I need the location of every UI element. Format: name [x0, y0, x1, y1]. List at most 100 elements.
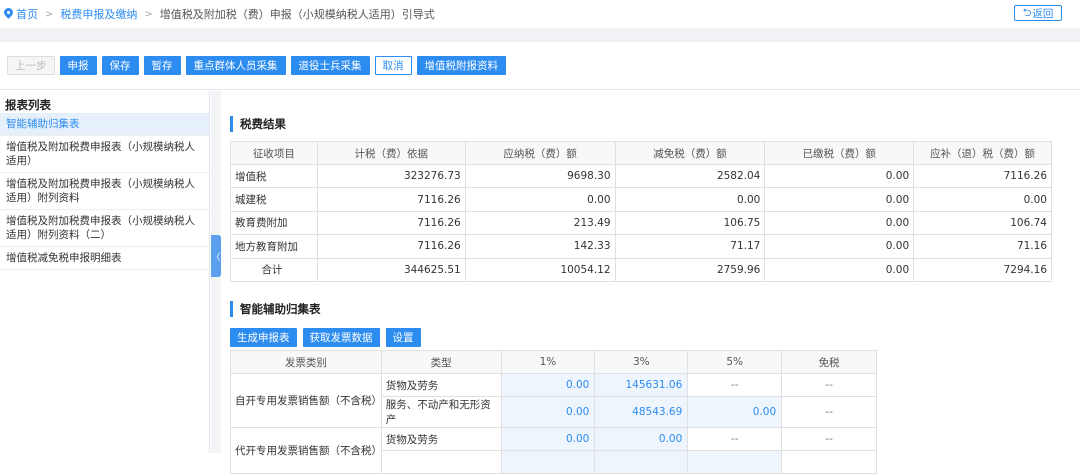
- table-cell: 0.00: [764, 187, 915, 212]
- back-arrow-icon: ⮌: [1022, 5, 1032, 19]
- rate-1-input[interactable]: [500, 450, 596, 474]
- rate-3-input[interactable]: [594, 450, 689, 474]
- aggregation-table: 发票类别 类型 1% 3% 5% 免税 自开专用发票销售额（不含税） 货物及劳务…: [230, 350, 877, 474]
- sidebar-item-vat-return[interactable]: 增值税及附加税费申报表（小规模纳税人适用）: [0, 136, 209, 173]
- invoice-category-cell: 代开专用发票销售额（不含税）: [230, 427, 382, 474]
- breadcrumb-home[interactable]: 首页: [16, 6, 38, 22]
- table-cell: 7116.26: [316, 187, 466, 212]
- collapse-sidebar-icon[interactable]: 〈: [211, 235, 221, 277]
- rate-5-cell: --: [687, 373, 783, 397]
- table-cell: 71.17: [614, 234, 766, 259]
- back-button[interactable]: ⮌ 返回: [1014, 5, 1062, 21]
- table-cell: 增值税: [230, 163, 318, 189]
- sidebar-item-vat-reduction[interactable]: 增值税减免税申报明细表: [0, 247, 209, 270]
- sidebar-item-vat-attachment[interactable]: 增值税及附加税费申报表（小规模纳税人适用）附列资料: [0, 173, 209, 210]
- report-list-sidebar: 报表列表 智能辅助归集表 增值税及附加税费申报表（小规模纳税人适用） 增值税及附…: [0, 91, 210, 453]
- location-pin-icon: [4, 8, 13, 20]
- rate-1-input[interactable]: 0.00: [500, 373, 596, 397]
- invoice-type-cell: 货物及劳务: [380, 427, 502, 451]
- cancel-button[interactable]: 取消: [374, 56, 412, 75]
- key-group-collect-button[interactable]: 重点群体人员采集: [185, 56, 286, 75]
- invoice-category-cell: 自开专用发票销售额（不含税）: [230, 373, 382, 428]
- column-header: 发票类别: [230, 350, 382, 374]
- report-list-title: 报表列表: [5, 98, 51, 112]
- table-cell: 7116.26: [913, 163, 1052, 189]
- column-header: 类型: [380, 350, 502, 374]
- table-cell: 地方教育附加: [230, 234, 318, 259]
- table-cell: 城建税: [230, 187, 318, 212]
- tax-free-cell: --: [781, 373, 877, 397]
- rate-1-input[interactable]: 0.00: [500, 427, 596, 451]
- generate-return-button[interactable]: 生成申报表: [230, 328, 297, 347]
- invoice-type-cell-cut-off: [380, 450, 502, 474]
- prev-step-button[interactable]: 上一步: [7, 56, 55, 75]
- table-cell: 71.16: [913, 234, 1052, 259]
- table-cell: 2759.96: [614, 257, 766, 282]
- table-cell: 9698.30: [464, 163, 616, 189]
- sidebar-item-smart-aggregation[interactable]: 智能辅助归集表: [0, 113, 209, 136]
- table-cell: 0.00: [764, 257, 915, 282]
- tax-result-title: 税费结果: [230, 116, 286, 132]
- rate-3-input[interactable]: 0.00: [594, 427, 689, 451]
- tax-free-cell: --: [781, 427, 877, 451]
- rate-5-input[interactable]: 0.00: [687, 396, 783, 428]
- table-row: 城建税 7116.26 0.00 0.00 0.00 0.00: [230, 187, 1052, 212]
- settings-button[interactable]: 设置: [385, 328, 421, 347]
- table-header-row: 发票类别 类型 1% 3% 5% 免税: [230, 350, 877, 374]
- invoice-type-cell: 货物及劳务: [380, 373, 502, 397]
- table-cell: 106.74: [913, 210, 1052, 236]
- table-cell: 0.00: [614, 187, 766, 212]
- table-cell: 0.00: [764, 210, 915, 236]
- veteran-collect-button[interactable]: 退役士兵采集: [290, 56, 370, 75]
- table-cell: 0.00: [913, 187, 1052, 212]
- vat-attachment-button[interactable]: 增值税附报资料: [416, 56, 506, 75]
- table-row: 增值税 323276.73 9698.30 2582.04 0.00 7116.…: [230, 163, 1052, 189]
- rate-5-input[interactable]: [687, 450, 783, 474]
- table-header-row: 征收项目 计税（费）依据 应纳税（费）额 减免税（费）额 已缴税（费）额 应补（…: [230, 141, 1052, 165]
- column-header: 免税: [781, 350, 877, 374]
- table-cell: 0.00: [764, 163, 915, 189]
- column-header: 应补（退）税（费）额: [913, 141, 1052, 165]
- column-header: 计税（费）依据: [316, 141, 466, 165]
- table-cell: 0.00: [764, 234, 915, 259]
- column-header: 5%: [687, 350, 783, 374]
- table-total-row: 合计 344625.51 10054.12 2759.96 0.00 7294.…: [230, 257, 1052, 282]
- declare-button[interactable]: 申报: [59, 56, 97, 75]
- table-cell: 213.49: [464, 210, 616, 236]
- rate-3-input[interactable]: 48543.69: [594, 396, 689, 428]
- table-cell: 323276.73: [316, 163, 466, 189]
- column-header: 征收项目: [230, 141, 318, 165]
- breadcrumb-separator-icon: >: [144, 8, 153, 20]
- rate-1-input[interactable]: 0.00: [500, 396, 596, 428]
- sidebar-item-vat-attachment-2[interactable]: 增值税及附加税费申报表（小规模纳税人适用）附列资料（二）: [0, 210, 209, 247]
- table-cell: 7116.26: [316, 234, 466, 259]
- table-row: 自开专用发票销售额（不含税） 货物及劳务 0.00 145631.06 -- -…: [230, 373, 877, 428]
- breadcrumb-tax-filing[interactable]: 税费申报及缴纳: [60, 6, 137, 22]
- table-row: 地方教育附加 7116.26 142.33 71.17 0.00 71.16: [230, 234, 1052, 259]
- back-label: 返回: [1032, 7, 1054, 20]
- table-row: 代开专用发票销售额（不含税） 货物及劳务 0.00 0.00 -- --: [230, 427, 877, 474]
- fetch-invoice-data-button[interactable]: 获取发票数据: [302, 328, 380, 347]
- temp-save-button[interactable]: 暂存: [143, 56, 181, 75]
- column-header: 应纳税（费）额: [464, 141, 616, 165]
- toolbar: 上一步 申报 保存 暂存 重点群体人员采集 退役士兵采集 取消 增值税附报资料: [0, 42, 1080, 90]
- save-button[interactable]: 保存: [101, 56, 139, 75]
- table-cell: 344625.51: [316, 257, 466, 282]
- invoice-type-cell: 服务、不动产和无形资产: [380, 396, 502, 428]
- table-cell: 2582.04: [614, 163, 766, 189]
- table-cell: 教育费附加: [230, 210, 318, 236]
- column-header: 减免税（费）额: [614, 141, 766, 165]
- breadcrumb: 首页 > 税费申报及缴纳 > 增值税及附加税（费）申报（小规模纳税人适用）引导式…: [0, 0, 1080, 28]
- table-cell: 合计: [230, 257, 318, 282]
- column-header: 已缴税（费）额: [764, 141, 915, 165]
- column-header: 1%: [500, 350, 596, 374]
- tax-free-cell: [781, 450, 877, 474]
- rate-3-input[interactable]: 145631.06: [594, 373, 689, 397]
- tax-free-cell: --: [781, 396, 877, 428]
- column-header: 3%: [594, 350, 689, 374]
- table-cell: 10054.12: [464, 257, 616, 282]
- table-cell: 142.33: [464, 234, 616, 259]
- breadcrumb-current: 增值税及附加税（费）申报（小规模纳税人适用）引导式: [159, 8, 435, 21]
- table-cell: 0.00: [464, 187, 616, 212]
- tax-result-table: 征收项目 计税（费）依据 应纳税（费）额 减免税（费）额 已缴税（费）额 应补（…: [230, 141, 1052, 282]
